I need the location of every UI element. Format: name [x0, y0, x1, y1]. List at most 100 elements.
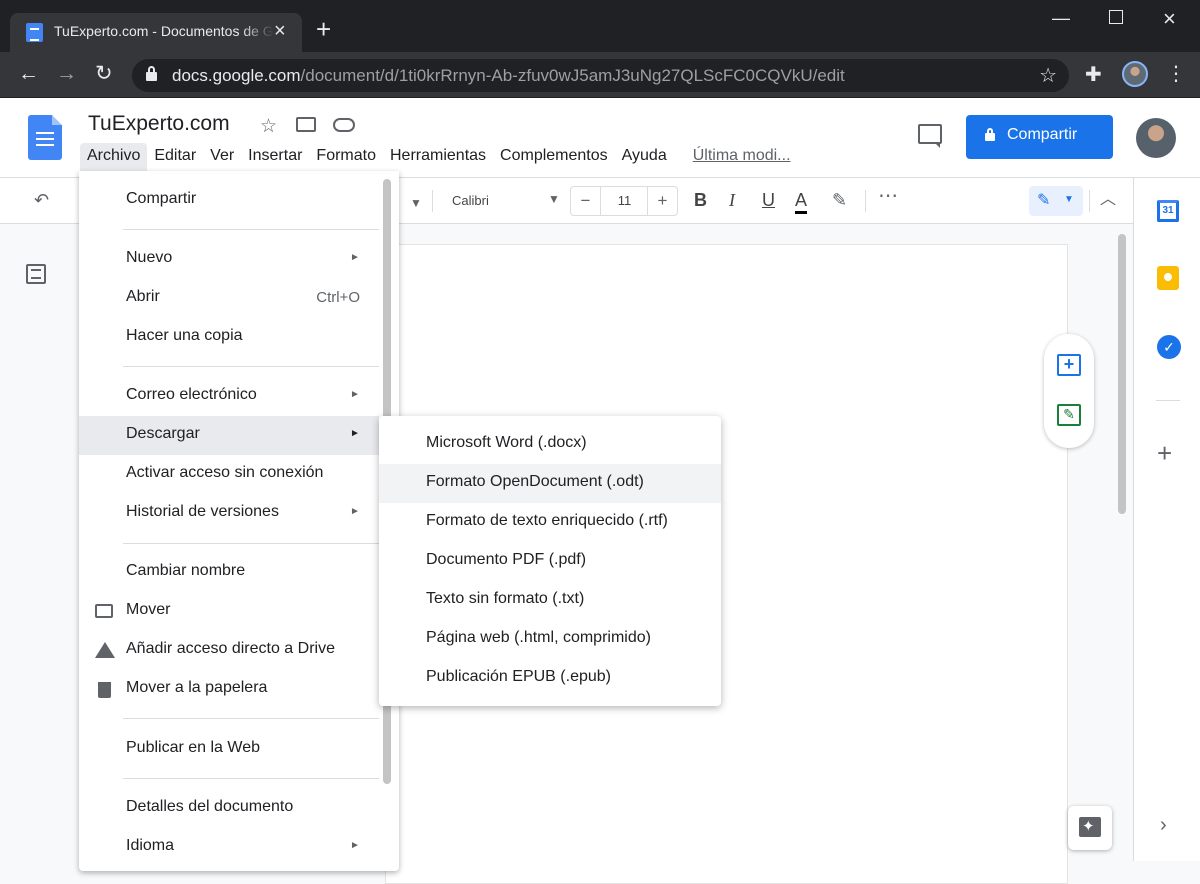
toolbar-divider	[865, 190, 866, 212]
cloud-status-icon[interactable]	[333, 118, 355, 132]
lock-icon[interactable]	[146, 66, 157, 81]
menu-divider	[123, 718, 379, 719]
folder-move-icon	[95, 604, 113, 618]
download-rtf[interactable]: Formato de texto enriquecido (.rtf)	[379, 503, 721, 542]
menu-item-nuevo[interactable]: Nuevo ►	[79, 240, 379, 279]
get-addons-icon[interactable]: +	[1157, 440, 1172, 466]
document-outline-icon[interactable]	[26, 264, 46, 284]
undo-icon[interactable]: ↶	[34, 190, 49, 210]
maximize-icon[interactable]	[1109, 10, 1123, 24]
download-odt[interactable]: Formato OpenDocument (.odt)	[379, 464, 721, 503]
toolbar-divider	[432, 190, 433, 212]
bookmark-star-icon[interactable]: ☆	[1039, 63, 1057, 88]
profile-avatar[interactable]	[1122, 61, 1148, 87]
close-tab-icon[interactable]: ×	[274, 21, 286, 41]
keep-icon[interactable]	[1157, 266, 1179, 290]
forward-icon[interactable]: →	[56, 62, 77, 86]
calendar-icon[interactable]: 31	[1157, 200, 1179, 222]
explore-icon[interactable]	[1068, 806, 1112, 850]
url-text[interactable]: docs.google.com/document/d/1ti0krRrnyn-A…	[172, 66, 845, 86]
move-folder-icon[interactable]	[296, 117, 316, 132]
drive-icon	[95, 642, 115, 658]
menu-divider	[123, 778, 379, 779]
file-menu: Compartir Nuevo ► Abrir Ctrl+O Hacer una c…	[79, 171, 399, 871]
menu-item-acceso-drive[interactable]: Añadir acceso directo a Drive	[79, 631, 379, 670]
account-avatar[interactable]	[1136, 118, 1176, 158]
collapse-menus-icon[interactable]: ︿	[1100, 190, 1116, 210]
menu-ayuda[interactable]: Ayuda	[615, 143, 674, 171]
pencil-icon: ✎	[1037, 192, 1051, 209]
menu-item-idioma[interactable]: Idioma ►	[79, 828, 379, 867]
style-caret-icon[interactable]: ▼	[410, 193, 422, 213]
highlight-icon[interactable]: ✎	[832, 190, 847, 210]
menu-formato[interactable]: Formato	[309, 143, 383, 171]
address-bar[interactable]: docs.google.com/document/d/1ti0krRrnyn-A…	[132, 59, 1069, 92]
browser-toolbar: ← → ↻ docs.google.com/document/d/1ti0krR…	[0, 52, 1200, 98]
tasks-icon[interactable]: ✓	[1157, 335, 1181, 359]
menu-item-abrir[interactable]: Abrir Ctrl+O	[79, 279, 379, 318]
last-edit-link[interactable]: Última modi...	[686, 143, 798, 171]
italic-icon[interactable]: I	[729, 190, 735, 210]
increase-font-size-button[interactable]: +	[647, 187, 677, 215]
bold-icon[interactable]: B	[694, 190, 707, 210]
menu-item-mover[interactable]: Mover	[79, 592, 379, 631]
menu-ver[interactable]: Ver	[203, 143, 241, 171]
font-caret-icon[interactable]: ▼	[548, 192, 560, 206]
submenu-arrow-icon: ►	[350, 840, 360, 851]
font-size-stepper[interactable]: − 11 +	[570, 186, 678, 216]
font-size-value[interactable]: 11	[601, 187, 648, 215]
text-color-icon[interactable]: A	[795, 190, 808, 214]
font-family-select[interactable]: Calibri	[452, 193, 489, 208]
menu-item-publicar[interactable]: Publicar en la Web	[79, 730, 379, 769]
reload-icon[interactable]: ↻	[95, 62, 113, 86]
tab-title: TuExperto.com - Documentos de Google	[54, 23, 274, 39]
menu-editar[interactable]: Editar	[147, 143, 203, 171]
menu-item-correo[interactable]: Correo electrónico ►	[79, 377, 379, 416]
menu-item-compartir[interactable]: Compartir	[79, 181, 379, 220]
submenu-arrow-icon: ►	[350, 252, 360, 263]
download-epub[interactable]: Publicación EPUB (.epub)	[379, 659, 721, 698]
menu-insertar[interactable]: Insertar	[241, 143, 309, 171]
side-panel-divider	[1156, 400, 1180, 401]
close-window-icon[interactable]: ×	[1163, 6, 1176, 32]
download-txt[interactable]: Texto sin formato (.txt)	[379, 581, 721, 620]
comments-icon[interactable]	[918, 124, 942, 148]
menu-archivo[interactable]: Archivo	[80, 143, 148, 171]
menu-item-detalles[interactable]: Detalles del documento	[79, 789, 379, 828]
more-options-icon[interactable]: ⋯	[878, 186, 898, 206]
underline-icon[interactable]: U	[762, 190, 775, 210]
download-pdf[interactable]: Documento PDF (.pdf)	[379, 542, 721, 581]
trash-icon	[98, 682, 111, 698]
browser-menu-icon[interactable]: ⋮	[1166, 61, 1186, 86]
menu-item-cambiar-nombre[interactable]: Cambiar nombre	[79, 553, 379, 592]
share-button[interactable]: Compartir	[966, 115, 1113, 159]
submenu-arrow-icon: ►	[350, 506, 360, 517]
menu-herramientas[interactable]: Herramientas	[383, 143, 493, 171]
menu-item-papelera[interactable]: Mover a la papelera	[79, 670, 379, 709]
new-tab-icon[interactable]: +	[316, 16, 331, 42]
menu-divider	[123, 366, 379, 367]
browser-tab[interactable]: TuExperto.com - Documentos de Google ×	[10, 13, 302, 52]
side-panel: 31 ✓ + ›	[1133, 178, 1200, 861]
download-docx[interactable]: Microsoft Word (.docx)	[379, 425, 721, 464]
download-submenu: Microsoft Word (.docx) Formato OpenDocum…	[379, 416, 721, 706]
menu-item-historial[interactable]: Historial de versiones ►	[79, 494, 379, 533]
suggest-edits-icon[interactable]: ✎	[1057, 404, 1081, 426]
decrease-font-size-button[interactable]: −	[571, 187, 601, 215]
menu-item-descargar[interactable]: Descargar ►	[79, 416, 379, 455]
mode-caret-icon: ▼	[1064, 194, 1074, 205]
expand-side-panel-icon[interactable]: ›	[1160, 814, 1167, 837]
extensions-puzzle-icon[interactable]: ✚	[1085, 62, 1102, 87]
menu-item-sin-conexion[interactable]: Activar acceso sin conexión	[79, 455, 379, 494]
vertical-scrollbar[interactable]	[1118, 234, 1126, 514]
docs-logo-icon[interactable]	[28, 115, 62, 160]
editing-mode-button[interactable]: ✎ ▼	[1029, 186, 1083, 216]
back-icon[interactable]: ←	[18, 62, 39, 86]
download-html[interactable]: Página web (.html, comprimido)	[379, 620, 721, 659]
add-comment-icon[interactable]: +	[1057, 354, 1081, 376]
document-title[interactable]: TuExperto.com	[88, 112, 230, 136]
minimize-icon[interactable]: —	[1052, 8, 1070, 29]
star-icon[interactable]: ☆	[260, 115, 277, 138]
menu-item-hacer-copia[interactable]: Hacer una copia	[79, 318, 379, 357]
menu-complementos[interactable]: Complementos	[493, 143, 615, 171]
